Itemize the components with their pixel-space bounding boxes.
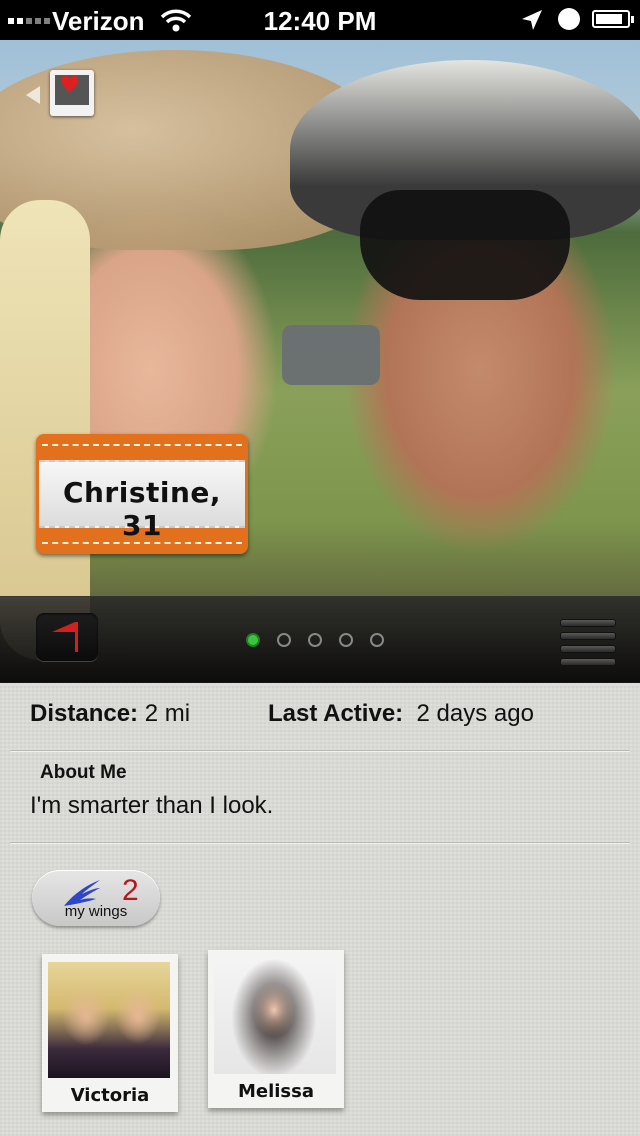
location-arrow-icon <box>522 10 542 30</box>
name-tag: Christine, 31 <box>36 434 248 554</box>
status-bar: Verizon 12:40 PM <box>0 0 640 40</box>
wing-friend-card[interactable]: Victoria <box>42 954 178 1112</box>
back-to-matches-button[interactable]: ♥ <box>20 70 96 118</box>
profile-name-age: Christine, 31 <box>62 476 222 542</box>
alarm-clock-icon <box>558 8 580 30</box>
pager-dot[interactable] <box>246 633 260 647</box>
flag-icon <box>52 622 75 632</box>
about-me-heading: About Me <box>40 762 127 783</box>
pager-dot[interactable] <box>339 633 353 647</box>
last-active-row: Last Active: 2 days ago <box>268 700 534 728</box>
about-me-text: I'm smarter than I look. <box>30 792 274 819</box>
my-wings-button[interactable]: 2 my wings <box>32 870 160 926</box>
photo-toolbar <box>0 596 640 683</box>
friend-photo <box>214 958 336 1074</box>
divider <box>10 842 630 844</box>
distance-label: Distance: <box>30 700 139 727</box>
menu-button[interactable] <box>560 619 616 666</box>
divider <box>10 750 630 752</box>
wings-label: my wings <box>64 903 128 920</box>
last-active-label: Last Active: <box>268 700 404 727</box>
pager-dot[interactable] <box>370 633 384 647</box>
profile-details: Distance: 2 mi Last Active: 2 days ago A… <box>0 686 640 1136</box>
friend-photo <box>48 962 170 1078</box>
report-flag-button[interactable] <box>36 613 98 661</box>
battery-icon <box>592 10 634 28</box>
distance-row: Distance: 2 mi <box>30 700 190 728</box>
wing-friend-card[interactable]: Melissa <box>208 950 344 1108</box>
friend-name: Victoria <box>70 1085 150 1106</box>
last-active-value: 2 days ago <box>416 700 534 727</box>
pager-dot[interactable] <box>308 633 322 647</box>
pager-dot[interactable] <box>277 633 291 647</box>
heart-card-icon: ♥ <box>50 70 94 116</box>
friend-name: Melissa <box>237 1081 315 1102</box>
photo-pager[interactable] <box>246 633 384 647</box>
distance-value: 2 mi <box>144 700 191 727</box>
profile-photo[interactable] <box>0 40 640 682</box>
status-time: 12:40 PM <box>263 6 377 36</box>
back-arrow-icon <box>26 86 40 104</box>
